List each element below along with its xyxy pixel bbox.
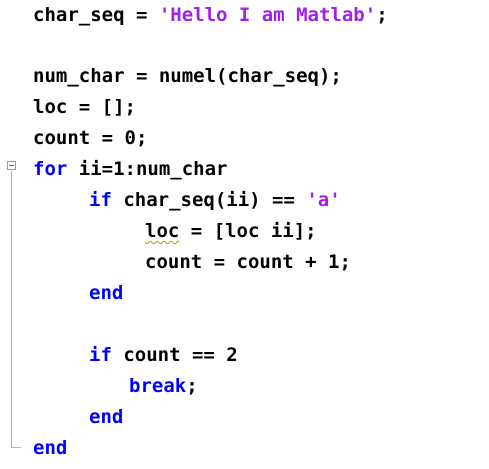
keyword-end: end: [33, 437, 68, 459]
code-line-11[interactable]: break;: [129, 374, 198, 398]
code-line-6[interactable]: if char_seq(ii) == 'a': [89, 188, 341, 212]
code-text: ii=1:num_char: [67, 158, 228, 180]
code-line-13[interactable]: end: [33, 436, 67, 460]
code-line-12[interactable]: end: [89, 405, 123, 429]
string-literal: 'Hello I am Matlab': [158, 4, 377, 26]
fold-guide-end: [11, 447, 21, 448]
string-literal: 'a': [306, 189, 341, 211]
fold-collapse-icon[interactable]: [7, 161, 16, 170]
code-editor[interactable]: char_seq = 'Hello I am Matlab'; num_char…: [0, 0, 489, 469]
code-line-1[interactable]: char_seq = 'Hello I am Matlab';: [33, 3, 388, 27]
keyword-for: for: [33, 158, 68, 180]
code-text: count = 0;: [33, 127, 148, 149]
code-line-3[interactable]: loc = [];: [33, 95, 136, 119]
fold-guide-line: [11, 171, 12, 447]
code-text: = [loc ii];: [179, 220, 317, 242]
code-text: ;: [186, 375, 198, 397]
code-line-5[interactable]: for ii=1:num_char: [33, 157, 227, 181]
keyword-if: if: [89, 344, 112, 366]
code-line-10[interactable]: if count == 2: [89, 343, 238, 367]
code-text: char_seq(ii) ==: [111, 189, 307, 211]
keyword-end: end: [89, 282, 124, 304]
code-text: count = count + 1;: [145, 251, 351, 273]
operator-token: =: [124, 4, 159, 26]
variable-token: char_seq: [33, 4, 125, 26]
code-text: loc = [];: [33, 96, 136, 118]
code-line-8[interactable]: count = count + 1;: [145, 250, 351, 274]
code-line-7[interactable]: loc = [loc ii];: [145, 219, 317, 243]
code-line-9[interactable]: end: [89, 281, 123, 305]
keyword-break: break: [129, 375, 187, 397]
code-line-4[interactable]: count = 0;: [33, 126, 147, 150]
code-line-2[interactable]: num_char = numel(char_seq);: [33, 64, 342, 88]
code-gutter: [0, 0, 26, 469]
keyword-end: end: [89, 406, 124, 428]
warning-variable-token[interactable]: loc: [145, 220, 179, 242]
code-text: count == 2: [111, 344, 238, 366]
keyword-if: if: [89, 189, 112, 211]
statement-terminator: ;: [376, 4, 388, 26]
code-text: num_char = numel(char_seq);: [33, 65, 342, 87]
